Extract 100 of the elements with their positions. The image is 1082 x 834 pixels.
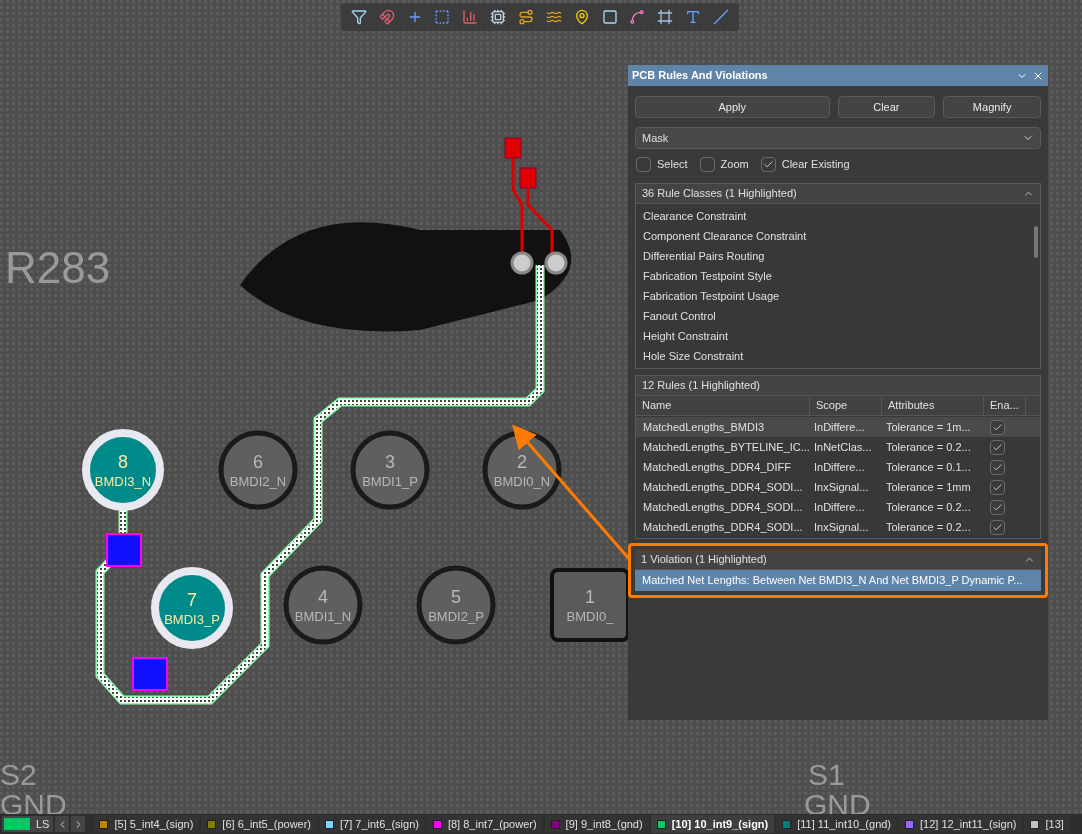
panel-title: PCB Rules And Violations <box>632 68 769 84</box>
silkscreen-label: S1 <box>808 758 845 791</box>
column-header[interactable]: Ena... <box>984 396 1026 415</box>
silkscreen-label: R283 <box>5 243 111 292</box>
rule-row[interactable]: MatchedLengths_DDR4_SODI... InDiffere... Tolerance = 0.2... <box>636 497 1040 517</box>
previous-button[interactable] <box>55 816 70 832</box>
smd-pad <box>106 533 142 567</box>
net-label: BMDI2_N <box>229 474 287 489</box>
layer-tab[interactable]: [8] 8_int7_(power) <box>426 815 543 833</box>
net-label: BMDI1_N <box>294 609 352 624</box>
table-cell-text: Tolerance = 0.2... <box>885 499 972 515</box>
violation-item[interactable]: Matched Net Lengths: Between Net BMDI3_N And Net BMDI3_P Dynamic P... <box>635 570 1041 591</box>
table-cell-text: InNetClas... <box>813 439 873 455</box>
checkbox[interactable] <box>990 479 1005 495</box>
panel-button[interactable]: Clear <box>837 96 936 118</box>
checkbox[interactable] <box>699 156 715 172</box>
table-cell-text: InDiffere... <box>813 419 866 435</box>
check-icon <box>992 501 1003 513</box>
layer-tab[interactable]: [9] 9_int8_(gnd) <box>544 815 649 833</box>
mode-dropdown[interactable]: Mask <box>635 127 1041 149</box>
column-header[interactable]: Name <box>636 396 810 415</box>
pad-number: 6 <box>253 452 263 472</box>
table-cell-text: MatchedLengths_DDR4_SODI... <box>642 499 804 515</box>
table-cell-text: MatchedLengths_DDR4_DIFF <box>642 459 792 475</box>
table-cell-text: Tolerance = 1mm <box>885 479 972 495</box>
table-cell-text: MatchedLengths_DDR4_SODI... <box>642 519 804 535</box>
layer-tab[interactable]: [10] 10_int9_(sign) <box>650 815 775 833</box>
table-cell-text: InxSignal... <box>813 479 870 495</box>
table-cell-text: MatchedLengths_BYTELINE_IC... <box>642 439 810 455</box>
check-icon <box>992 521 1003 533</box>
rule-row[interactable]: MatchedLengths_BYTELINE_IC... InNetClas... Tolerance = 0.2... <box>636 437 1040 457</box>
checkbox[interactable] <box>990 439 1005 455</box>
layer-tab[interactable]: [6] 6_int5_(power) <box>201 815 318 833</box>
layer-set-label: LS <box>35 816 51 832</box>
table-cell-text: Tolerance = 0.1... <box>885 459 972 475</box>
net-label: BMDI2_P <box>428 609 484 624</box>
check-icon <box>992 481 1003 493</box>
rule-class-item[interactable]: Fanout Control <box>636 306 1032 326</box>
layer-tab[interactable]: [11] 11_int10_(gnd) <box>776 815 898 833</box>
silkscreen-label: S2 <box>0 758 37 791</box>
column-header[interactable]: Scope <box>810 396 882 415</box>
list-header: 12 Rules (1 Highlighted) <box>636 376 1040 396</box>
table-cell-text: Tolerance = 0.2... <box>885 519 972 535</box>
checkbox[interactable] <box>636 156 651 172</box>
column-header[interactable]: Attributes <box>882 396 984 415</box>
check-icon <box>992 461 1003 473</box>
net-label: BMDI1_P <box>362 474 418 489</box>
check-icon <box>992 441 1003 453</box>
rule-class-item[interactable]: Clearance Constraint <box>636 206 1032 226</box>
option-label: Select <box>657 156 688 172</box>
option-label: Zoom <box>720 156 749 172</box>
table-cell-text: Tolerance = 0.2... <box>885 439 972 455</box>
pad-number: 8 <box>118 452 128 472</box>
smd-pad <box>132 657 168 691</box>
table-cell-text: MatchedLengths_BMDI3 <box>642 419 766 435</box>
pad-number: 4 <box>318 587 328 607</box>
pad-number: 5 <box>451 587 461 607</box>
rule-class-item[interactable]: Differential Pairs Routing <box>636 246 1032 266</box>
current-layer-indicator[interactable]: LS <box>2 816 54 832</box>
rule-row[interactable]: MatchedLengths_DDR4_DIFF InDiffere... Tolerance = 0.1... <box>636 457 1040 477</box>
net-label: BMDI3_N <box>94 474 152 489</box>
panel-button[interactable]: Apply <box>635 96 830 118</box>
rule-row[interactable]: MatchedLengths_DDR4_SODI... InxSignal... Tolerance = 0.2... <box>636 517 1040 537</box>
rule-row[interactable]: MatchedLengths_DDR4_SODI... InxSignal... Tolerance = 1mm <box>636 477 1040 497</box>
check-icon <box>762 158 774 170</box>
rule-class-item[interactable]: Fabrication Testpoint Usage <box>636 286 1032 306</box>
option-label: Clear Existing <box>781 156 850 172</box>
rule-class-item[interactable]: Hole Size Constraint <box>636 346 1032 366</box>
table-cell-text: MatchedLengths_DDR4_SODI... <box>642 479 804 495</box>
pad-number: 1 <box>585 587 595 607</box>
pad-number: 3 <box>385 452 395 472</box>
table-cell-text: InDiffere... <box>813 459 866 475</box>
layer-tab[interactable]: [13] <box>1024 815 1070 833</box>
table-cell-text: InxSignal... <box>813 519 870 535</box>
layer-tab[interactable]: [5] 5_int4_(sign) <box>93 815 200 833</box>
pad-number: 2 <box>517 452 527 472</box>
table-cell-text: Tolerance = 1m... <box>885 419 972 435</box>
table-cell-text: InDiffere... <box>813 499 866 515</box>
panel-button[interactable]: Magnify <box>943 96 1041 118</box>
layer-tab[interactable]: [7] 7_int6_(sign) <box>319 815 425 833</box>
rule-row[interactable]: MatchedLengths_BMDI3 InDiffere... Tolerance = 1m... <box>636 417 1040 437</box>
pad-number: 7 <box>187 590 197 610</box>
rule-class-item[interactable]: Fabrication Testpoint Style <box>636 266 1032 286</box>
via <box>544 251 568 275</box>
checkbox[interactable] <box>990 419 1005 435</box>
layer-tab[interactable]: [12] 12_int11_(sign) <box>899 815 1023 833</box>
checkbox[interactable] <box>760 156 776 172</box>
checkbox[interactable] <box>990 499 1005 515</box>
net-label: BMDI0_N <box>493 474 551 489</box>
checkbox[interactable] <box>990 459 1005 475</box>
check-icon <box>992 421 1003 433</box>
checkbox[interactable] <box>990 519 1005 535</box>
list-header: 36 Rule Classes (1 Highlighted) <box>636 184 1040 204</box>
net-label: BMDI0_ <box>566 609 614 624</box>
rule-class-item[interactable]: Height Constraint <box>636 326 1032 346</box>
list-header: 1 Violation (1 Highlighted) <box>635 550 1041 570</box>
via <box>510 251 534 275</box>
net-label: BMDI3_P <box>164 612 220 627</box>
rule-class-item[interactable]: Component Clearance Constraint <box>636 226 1032 246</box>
next-button[interactable] <box>71 816 86 832</box>
